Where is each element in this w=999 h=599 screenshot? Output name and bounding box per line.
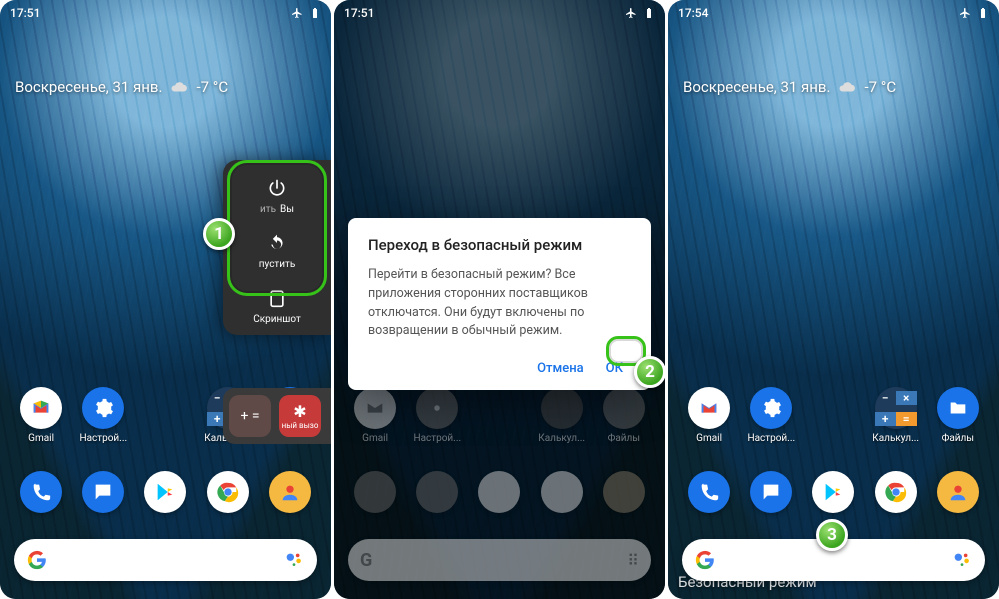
dock-messages[interactable]: [74, 471, 132, 513]
status-time: 17:54: [678, 6, 708, 20]
status-time: 17:51: [10, 6, 40, 20]
dock-camera[interactable]: [261, 471, 319, 513]
dock-phone[interactable]: [680, 471, 738, 513]
dialog-cancel-button[interactable]: Отмена: [529, 355, 592, 382]
emergency-call[interactable]: ✱ ный вызо: [279, 395, 321, 437]
airplane-icon: [625, 7, 637, 19]
dock-play[interactable]: [804, 471, 862, 513]
play-store-icon: [154, 481, 176, 503]
app-settings[interactable]: Настрой...: [742, 387, 800, 444]
app-calculator: Калькул...: [533, 387, 591, 444]
screen-2-safe-mode-dialog: 17:51 Gmail Настрой... Калькул... Файлы …: [334, 0, 665, 599]
battery-icon: [643, 7, 655, 19]
callout-badge-2: 2: [634, 356, 665, 388]
app-files[interactable]: Файлы: [929, 387, 987, 444]
calculator-shortcut[interactable]: + =: [229, 395, 271, 437]
battery-icon: [977, 7, 989, 19]
dialog-body: Перейти в безопасный режим? Все приложен…: [368, 266, 631, 341]
callout-badge-1: 1: [203, 218, 235, 250]
highlight-power-options: [227, 160, 327, 296]
google-g-icon: [26, 549, 48, 571]
app-gmail: Gmail: [346, 387, 404, 444]
user-icon: [279, 481, 301, 503]
app-gmail[interactable]: Gmail: [680, 387, 738, 444]
home-app-row: Gmail Настрой... Калькул... Файлы: [334, 387, 665, 444]
app-label: Настрой...: [79, 433, 127, 444]
status-time: 17:51: [344, 6, 374, 20]
screen-3-safe-mode-active: 17:54 Воскресенье, 31 янв. -7 °C Gmail Н…: [668, 0, 999, 599]
google-search-bar[interactable]: [14, 539, 317, 581]
weather-cloud-icon: [170, 78, 188, 96]
date-weather-widget[interactable]: Воскресенье, 31 янв. -7 °C: [683, 78, 896, 96]
airplane-icon: [291, 7, 303, 19]
dock-chrome[interactable]: [867, 471, 925, 513]
dock: [334, 471, 665, 513]
assistant-icon: [283, 549, 305, 571]
dock: [0, 471, 331, 513]
app-settings[interactable]: Настрой...: [74, 387, 132, 444]
weather-cloud-icon: [838, 78, 856, 96]
dock-chrome[interactable]: [199, 471, 257, 513]
assistant-icon: [951, 549, 973, 571]
date-weather-widget[interactable]: Воскресенье, 31 янв. -7 °C: [15, 78, 228, 96]
app-calculator[interactable]: −×+=Калькул...: [867, 387, 925, 444]
battery-icon: [309, 7, 321, 19]
dock-play[interactable]: [136, 471, 194, 513]
google-search-bar: G⠿: [348, 539, 651, 581]
gear-icon: [92, 397, 114, 419]
dock: [668, 471, 999, 513]
dialog-title: Переход в безопасный режим: [368, 236, 631, 254]
google-g-icon: [694, 549, 716, 571]
temp-text: -7 °C: [196, 78, 228, 96]
airplane-icon: [959, 7, 971, 19]
message-icon: [92, 481, 114, 503]
status-bar: 17:51: [334, 3, 665, 23]
gmail-icon: [30, 397, 52, 419]
dock-phone[interactable]: [12, 471, 70, 513]
chrome-icon: [217, 481, 239, 503]
app-files: Файлы: [595, 387, 653, 444]
status-bar: 17:54: [668, 3, 999, 23]
screenshot-label: Скриншот: [253, 314, 301, 325]
dock-messages[interactable]: [742, 471, 800, 513]
phone-icon: [30, 481, 52, 503]
screen-1-power-menu: 17:51 Воскресенье, 31 янв. -7 °C Gmail Н…: [0, 0, 331, 599]
app-gmail[interactable]: Gmail: [12, 387, 70, 444]
safe-mode-dialog: Переход в безопасный режим Перейти в без…: [348, 218, 651, 390]
date-text: Воскресенье, 31 янв.: [15, 78, 162, 96]
callout-badge-3: 3: [816, 519, 848, 551]
app-label: Gmail: [28, 433, 54, 444]
dock-camera[interactable]: [929, 471, 987, 513]
home-app-row: Gmail Настрой... −×+=Калькул... Файлы: [668, 387, 999, 444]
quick-panel: + = ✱ ный вызо: [223, 388, 331, 444]
app-settings: Настрой...: [408, 387, 466, 444]
status-bar: 17:51: [0, 3, 331, 23]
